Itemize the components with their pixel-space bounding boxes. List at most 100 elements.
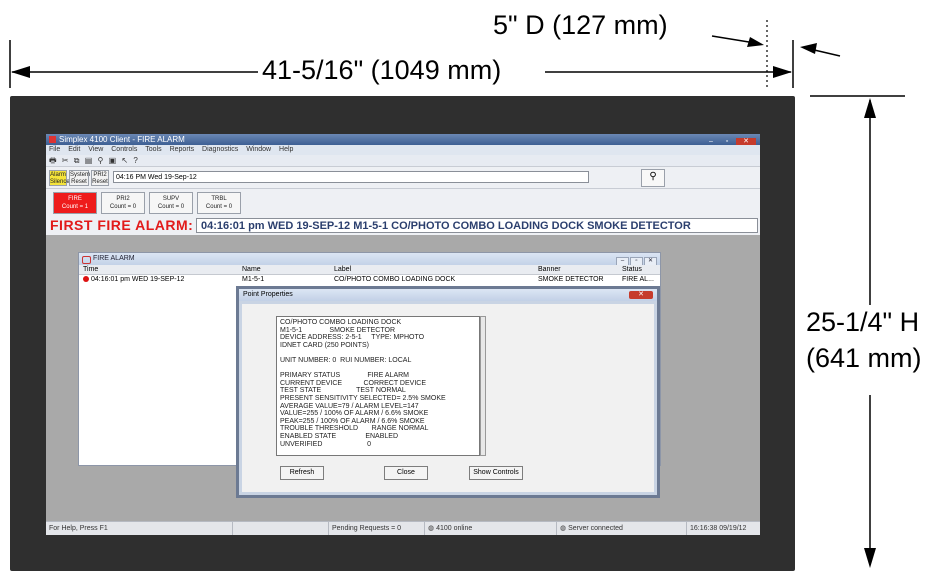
supv-counter-name: SUPV	[162, 196, 180, 202]
fire-counter-name: FIRE	[68, 196, 82, 202]
point-properties-line: VALUE=255 / 100% OF ALARM / 6.6% SMOKE	[280, 410, 429, 418]
point-properties-line: PEAK=255 / 100% OF ALARM / 6.6% SMOKE	[280, 417, 425, 425]
column-name[interactable]: Name	[242, 265, 261, 274]
point-properties-line: IDNET CARD (250 POINTS)	[280, 341, 369, 349]
help-icon[interactable]: ?	[133, 156, 137, 165]
point-properties-line: CO/PHOTO COMBO LOADING DOCK	[280, 319, 402, 326]
height-dimension-label-mm: (641 mm)	[806, 343, 922, 373]
point-properties-line: UNVERIFIED 0	[280, 440, 372, 448]
cut-icon[interactable]: ✂	[62, 156, 69, 165]
pri2-reset-button[interactable]: PRI2 Reset	[91, 170, 109, 186]
app-title: Simplex 4100 Client - FIRE ALARM	[59, 135, 185, 144]
show-controls-button[interactable]: Show Controls	[469, 466, 523, 480]
fire-alarm-table-header: Time Name Label Banner Status	[79, 265, 660, 275]
table-row[interactable]: 04:16:01 pm WED 19-SEP-12 M1-5-1 CO/PHOT…	[79, 275, 660, 285]
fire-alarm-window-title-bar: FIRE ALARM – ▫ ✕	[79, 253, 660, 266]
menu-reports[interactable]: Reports	[170, 146, 195, 153]
point-properties-line	[280, 365, 476, 373]
menu-diagnostics[interactable]: Diagnostics	[202, 146, 238, 153]
supv-counter-count: Count = 0	[157, 204, 185, 210]
row-banner: SMOKE DETECTOR	[538, 276, 604, 283]
point-properties-line: DEVICE ADDRESS: 2-5-1 TYPE: MPHOTO	[280, 334, 425, 342]
status-server-text: Server connected	[568, 525, 623, 532]
trbl-counter[interactable]: TRBL Count = 0	[197, 192, 241, 214]
point-properties-line: TEST STATE TEST NORMAL	[280, 387, 406, 395]
row-status: FIRE AL...	[622, 276, 654, 283]
menu-controls[interactable]: Controls	[111, 146, 137, 153]
status-empty-pane	[232, 522, 326, 535]
point-properties-text: CO/PHOTO COMBO LOADING DOCK M1-5-1 SMOKE …	[276, 316, 480, 456]
control-toolbar: Alarm Silence System Reset PRI2 Reset 04…	[46, 166, 760, 189]
dialog-close-icon[interactable]: ✕	[629, 291, 653, 299]
status-clock: 16:16:38 09/19/12	[686, 522, 746, 535]
refresh-button[interactable]: Refresh	[280, 466, 324, 480]
menu-view[interactable]: View	[88, 146, 103, 153]
point-properties-line: M1-5-1 SMOKE DETECTOR	[280, 326, 396, 334]
menu-help[interactable]: Help	[279, 146, 293, 153]
trbl-counter-name: TRBL	[211, 196, 227, 202]
menu-file[interactable]: File	[49, 146, 60, 153]
first-alarm-bar: FIRST FIRE ALARM: 04:16:01 pm WED 19-SEP…	[46, 216, 760, 235]
menu-bar: File Edit View Controls Tools Reports Di…	[46, 145, 760, 155]
height-dimension-label-in: 25-1/4" H	[806, 307, 920, 337]
datetime-field: 04:16 PM Wed 19-Sep-12	[113, 171, 589, 183]
monitor-screen: Simplex 4100 Client - FIRE ALARM – ▫ ✕ Fil…	[46, 134, 760, 535]
depth-dimension-label: 5" D (127 mm)	[493, 10, 668, 40]
printer-icon[interactable]: 🖶	[49, 156, 57, 165]
alarm-silence-button[interactable]: Alarm Silence	[49, 170, 70, 186]
point-properties-scrollbar[interactable]	[480, 316, 486, 456]
point-properties-line: CURRENT DEVICE CORRECT DEVICE	[280, 379, 426, 387]
menu-tools[interactable]: Tools	[145, 146, 161, 153]
alarm-indicator-icon	[83, 276, 89, 283]
status-panel: ◍ 4100 online	[424, 522, 472, 535]
trbl-counter-count: Count = 0	[205, 204, 233, 210]
point-properties-line	[280, 349, 476, 357]
column-label[interactable]: Label	[334, 265, 351, 274]
client-area: FIRE ALARM – ▫ ✕ Time Name Label Banner St…	[46, 235, 760, 521]
point-properties-line: TROUBLE THRESHOLD RANGE NORMAL	[280, 425, 429, 433]
pri2-counter-count: Count = 0	[109, 204, 137, 210]
dialog-close-button[interactable]: Close	[384, 466, 428, 480]
column-banner[interactable]: Banner	[538, 265, 561, 274]
first-alarm-label: FIRST FIRE ALARM:	[50, 217, 194, 233]
alarm-window-icon	[82, 256, 91, 264]
row-name: M1-5-1	[242, 276, 265, 283]
menu-window[interactable]: Window	[246, 146, 271, 153]
column-time[interactable]: Time	[83, 265, 98, 274]
system-reset-button[interactable]: System Reset	[69, 170, 90, 186]
pointer-icon[interactable]: ↖	[121, 156, 128, 165]
width-dimension-label: 41-5/16" (1049 mm)	[262, 55, 502, 85]
panel-connection-icon: ◍	[428, 525, 437, 532]
point-properties-line: AVERAGE VALUE=79 / ALARM LEVEL=147	[280, 402, 419, 410]
point-properties-title-bar: Point Properties ✕	[239, 289, 657, 301]
status-bar: For Help, Press F1 Pending Requests = 0 …	[46, 521, 760, 535]
fire-alarm-window-title: FIRE ALARM	[93, 255, 135, 262]
column-status[interactable]: Status	[622, 265, 642, 274]
find-icon[interactable]: ⚲	[97, 156, 103, 165]
point-properties-line: UNIT NUMBER: 0 RUI NUMBER: LOCAL	[280, 356, 412, 364]
status-pending: Pending Requests = 0	[328, 522, 401, 535]
fire-counter-count: Count = 1	[61, 204, 89, 210]
icon-toolbar: 🖶 ✂ ⧉ ▤ ⚲ ▣ ↖ ?	[46, 155, 760, 166]
supv-counter[interactable]: SUPV Count = 0	[149, 192, 193, 214]
point-properties-dialog: Point Properties ✕ CO/PHOTO COMBO LOADIN…	[236, 286, 660, 498]
row-label: CO/PHOTO COMBO LOADING DOCK	[334, 276, 456, 283]
row-time: 04:16:01 pm WED 19-SEP-12	[83, 275, 184, 285]
pri2-counter[interactable]: PRI2 Count = 0	[101, 192, 145, 214]
fire-counter[interactable]: FIRE Count = 1	[53, 192, 97, 214]
app-icon	[49, 136, 56, 143]
point-properties-body: CO/PHOTO COMBO LOADING DOCK M1-5-1 SMOKE …	[242, 304, 654, 492]
pri2-counter-name: PRI2	[116, 196, 130, 202]
search-icon[interactable]: ⚲	[641, 169, 665, 187]
menu-edit[interactable]: Edit	[68, 146, 80, 153]
print-preview-icon[interactable]: ▣	[109, 156, 117, 165]
status-counters: FIRE Count = 1 PRI2 Count = 0 SUPV Count…	[46, 188, 760, 217]
status-help: For Help, Press F1	[49, 525, 108, 532]
copy-icon[interactable]: ⧉	[74, 156, 80, 165]
status-panel-text: 4100 online	[436, 525, 473, 532]
point-properties-title: Point Properties	[243, 291, 293, 298]
point-properties-line: PRESENT SENSITIVITY SELECTED= 2.5% SMOKE	[280, 394, 446, 402]
app-title-bar: Simplex 4100 Client - FIRE ALARM – ▫ ✕	[46, 134, 760, 146]
paste-icon[interactable]: ▤	[85, 156, 93, 165]
status-server: ◍ Server connected	[556, 522, 623, 535]
